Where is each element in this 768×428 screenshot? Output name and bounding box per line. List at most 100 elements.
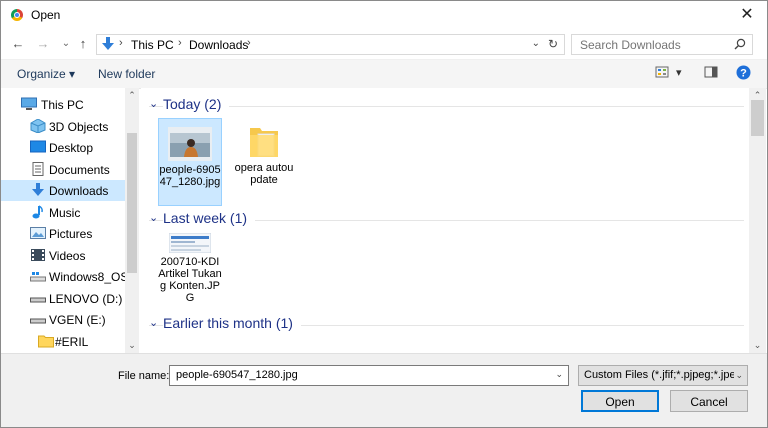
sidebar-item-3d-objects[interactable]: 3D Objects <box>1 116 125 137</box>
address-dropdown-icon[interactable]: ⌄ <box>532 38 540 49</box>
collapse-chevron-icon[interactable]: ⌄ <box>149 97 158 110</box>
svg-text:?: ? <box>740 68 747 80</box>
file-name: people-690547_1280.jpg <box>159 164 221 188</box>
drive-icon <box>30 272 46 282</box>
scroll-down-arrow-icon[interactable]: ⌄ <box>749 340 766 351</box>
chevron-down-icon[interactable]: ⌄ <box>735 370 743 381</box>
scroll-thumb[interactable] <box>751 100 764 136</box>
command-bar: Organize ▾ New folder ▾ ? <box>1 59 767 89</box>
search-box[interactable] <box>571 34 753 55</box>
group-header-earlier-this-month[interactable]: ⌄ Earlier this month (1) <box>149 315 744 334</box>
group-title: Last week (1) <box>163 210 256 226</box>
address-bar[interactable]: › This PC › Downloads › ⌄ ↻ <box>96 34 565 55</box>
sidebar-item-windows8-os[interactable]: Windows8_OS (C <box>1 266 125 287</box>
sidebar-item-label: Videos <box>49 249 86 263</box>
back-button[interactable]: ← <box>10 35 26 53</box>
file-item-people-jpg[interactable]: people-690547_1280.jpg <box>158 118 222 206</box>
collapse-chevron-icon[interactable]: ⌄ <box>149 211 158 224</box>
file-name-label: File name: <box>118 370 170 382</box>
sidebar-item-videos[interactable]: Videos <box>1 245 125 266</box>
search-icon[interactable] <box>734 38 746 50</box>
music-icon <box>32 205 43 219</box>
sidebar-item-eril[interactable]: #ERIL <box>1 331 125 352</box>
group-title: Today (2) <box>163 96 230 112</box>
breadcrumb-downloads[interactable]: Downloads <box>189 38 248 52</box>
preview-pane-icon[interactable] <box>704 66 718 78</box>
scroll-thumb[interactable] <box>127 133 137 273</box>
navigation-pane: This PC 3D Objects Desktop Documents Dow… <box>1 88 139 353</box>
sidebar-item-label: This PC <box>41 98 84 112</box>
downloads-icon <box>32 183 44 196</box>
file-list: ⌄ Today (2) people-690547_1280.jpg opera… <box>141 88 749 353</box>
sidebar-item-desktop[interactable]: Desktop <box>1 137 125 158</box>
breadcrumb-separator: › <box>178 37 182 49</box>
file-name-input[interactable] <box>174 368 548 382</box>
file-type-value: Custom Files (*.jfif;*.pjpeg;*.jpeg <box>584 369 734 381</box>
organize-button[interactable]: Organize ▾ <box>17 67 75 81</box>
open-dialog: Open ✕ ← → ⌄ ↑ › This PC › Downloads › ⌄… <box>0 0 768 428</box>
computer-icon <box>21 97 37 110</box>
chrome-icon <box>11 9 23 21</box>
recent-locations-button[interactable]: ⌄ <box>58 35 74 53</box>
window-title: Open <box>31 8 61 22</box>
group-header-last-week[interactable]: ⌄ Last week (1) <box>149 210 744 229</box>
sidebar-item-label: Downloads <box>49 184 109 198</box>
sidebar-item-label: Music <box>49 206 81 220</box>
folder-icon <box>38 335 54 348</box>
file-name-combobox[interactable]: ⌄ <box>169 365 569 386</box>
file-name: 200710-KDI Artikel Tukang Konten.JPG <box>158 256 222 304</box>
file-item-kdi-artikel-jpg[interactable]: 200710-KDI Artikel Tukang Konten.JPG <box>158 230 222 310</box>
scroll-down-arrow-icon[interactable]: ⌄ <box>125 340 139 351</box>
file-type-filter[interactable]: Custom Files (*.jfif;*.pjpeg;*.jpeg ⌄ <box>578 365 748 386</box>
close-button[interactable]: ✕ <box>735 4 759 26</box>
sidebar-item-label: Pictures <box>49 227 93 241</box>
sidebar-item-documents[interactable]: Documents <box>1 159 125 180</box>
navigation-pane-scrollbar[interactable]: ⌃ ⌄ <box>125 88 139 353</box>
up-button[interactable]: ↑ <box>75 35 91 53</box>
scroll-up-arrow-icon[interactable]: ⌃ <box>125 90 139 101</box>
sidebar-item-label: #ERIL <box>55 335 89 349</box>
title-bar: Open ✕ <box>1 1 767 30</box>
view-dropdown-button[interactable]: ▾ <box>676 66 682 79</box>
file-name: opera autoupdate <box>234 162 294 186</box>
folder-icon <box>250 128 278 157</box>
forward-button[interactable]: → <box>35 35 51 53</box>
pictures-icon <box>30 227 46 239</box>
navigation-row: ← → ⌄ ↑ › This PC › Downloads › ⌄ ↻ <box>1 31 767 59</box>
downloads-arrow-icon <box>102 37 114 50</box>
sidebar-item-label: Desktop <box>49 141 94 155</box>
sidebar-item-music[interactable]: Music <box>1 202 125 223</box>
chevron-down-icon[interactable]: ⌄ <box>555 369 563 380</box>
sidebar-item-downloads[interactable]: Downloads <box>1 180 125 201</box>
drive-icon <box>30 297 46 303</box>
file-list-scrollbar[interactable]: ⌃ ⌄ <box>749 88 766 353</box>
desktop-icon <box>30 140 46 153</box>
sidebar-item-lenovo-d[interactable]: LENOVO (D:) <box>1 288 125 309</box>
file-item-opera-autoupdate[interactable]: opera autoupdate <box>232 118 296 188</box>
documents-icon <box>32 162 44 176</box>
sidebar-item-label: LENOVO (D:) <box>49 292 123 306</box>
refresh-icon[interactable]: ↻ <box>548 37 558 51</box>
breadcrumb-separator: › <box>247 37 251 49</box>
sidebar-item-label: 3D Objects <box>49 120 109 134</box>
change-view-icon[interactable] <box>655 66 669 78</box>
new-folder-button[interactable]: New folder <box>98 67 155 81</box>
collapse-chevron-icon[interactable]: ⌄ <box>149 316 158 329</box>
breadcrumb-separator: › <box>119 37 123 49</box>
dialog-footer: File name: ⌄ Custom Files (*.jfif;*.pjpe… <box>1 353 767 427</box>
sidebar-item-vgen-e[interactable]: VGEN (E:) <box>1 309 125 330</box>
group-divider <box>149 106 744 107</box>
image-thumbnail <box>168 127 212 161</box>
breadcrumb-this-pc[interactable]: This PC <box>131 38 174 52</box>
drive-icon <box>30 318 46 324</box>
help-icon[interactable]: ? <box>736 65 751 80</box>
sidebar-item-label: Windows8_OS (C <box>49 270 125 284</box>
sidebar-item-pictures[interactable]: Pictures <box>1 223 125 244</box>
sidebar-item-this-pc[interactable]: This PC <box>1 94 125 115</box>
open-button[interactable]: Open <box>581 390 659 412</box>
videos-icon <box>31 249 45 261</box>
search-input[interactable] <box>578 37 732 53</box>
cancel-button[interactable]: Cancel <box>670 390 748 412</box>
group-header-today[interactable]: ⌄ Today (2) <box>149 96 744 115</box>
sidebar-item-label: VGEN (E:) <box>49 313 106 327</box>
